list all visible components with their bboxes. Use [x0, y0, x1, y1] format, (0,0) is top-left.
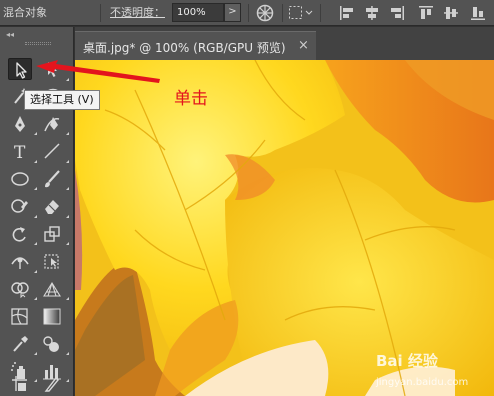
opacity-input[interactable]: 100%	[172, 3, 224, 22]
recolor-artwork-icon[interactable]	[256, 4, 274, 22]
watermark-logo-text: Bai 经验	[376, 352, 438, 370]
document-tab-bar: 桌面.jpg* @ 100% (RGB/GPU 预览) ×	[75, 27, 494, 60]
opacity-dropdown-button[interactable]: >	[224, 3, 241, 22]
artboard-canvas[interactable]	[75, 60, 494, 396]
baidu-jingyan-watermark: Bai 经验 jingyan.baidu.com	[376, 350, 468, 389]
autumn-leaves-photo	[75, 60, 494, 396]
control-bar: 混合对象 不透明度： 100% >	[0, 0, 494, 26]
align-right-icon[interactable]	[389, 5, 405, 21]
align-vertical-center-icon[interactable]	[443, 5, 459, 21]
opacity-label[interactable]: 不透明度：	[110, 4, 165, 20]
align-top-icon[interactable]	[418, 5, 434, 21]
annotation-label: 单击	[174, 89, 208, 109]
align-horizontal-center-icon[interactable]	[364, 5, 380, 21]
select-similar-objects-icon[interactable]	[288, 5, 314, 21]
tool-group-indicators	[34, 78, 69, 382]
watermark-url: jingyan.baidu.com	[376, 377, 469, 388]
selection-tool-tooltip: 选择工具 (V)	[24, 90, 100, 110]
document-tab-title: 桌面.jpg* @ 100% (RGB/GPU 预览)	[83, 41, 286, 55]
divider	[100, 4, 101, 22]
document-tab[interactable]: 桌面.jpg* @ 100% (RGB/GPU 预览) ×	[75, 31, 316, 60]
divider	[282, 4, 283, 22]
align-bottom-icon[interactable]	[470, 5, 486, 21]
align-left-icon[interactable]	[339, 5, 355, 21]
tools-panel: ◂◂ T	[0, 27, 74, 396]
divider	[248, 4, 249, 22]
blend-objects-label[interactable]: 混合对象	[3, 4, 47, 20]
divider	[320, 4, 321, 22]
close-tab-button[interactable]: ×	[298, 38, 309, 53]
